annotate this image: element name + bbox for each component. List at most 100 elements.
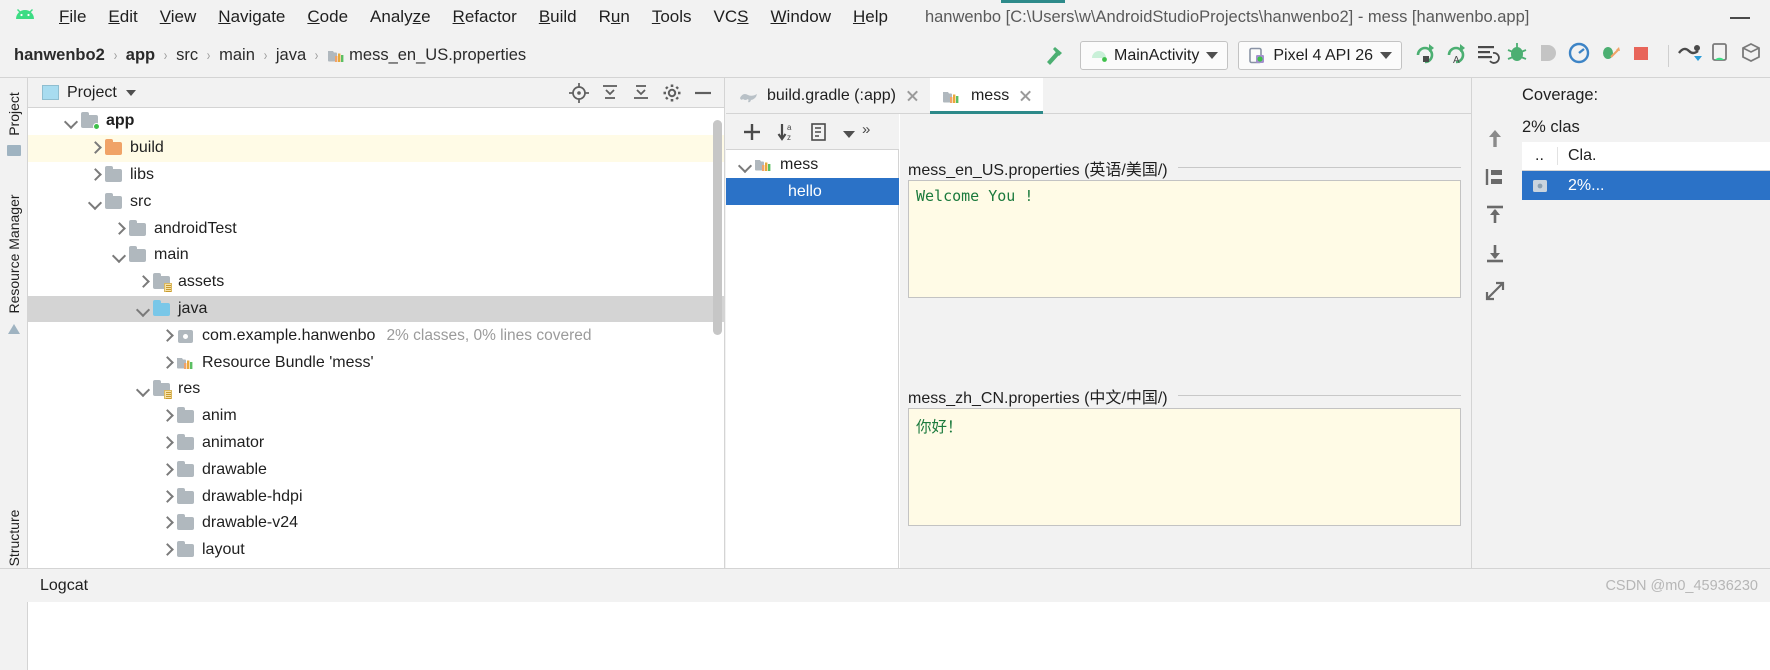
hide-icon[interactable] xyxy=(688,79,719,107)
tree-row[interactable]: layout xyxy=(28,537,725,564)
close-icon[interactable] xyxy=(1018,88,1033,103)
build-hammer-icon[interactable] xyxy=(1042,43,1068,69)
add-property-button[interactable] xyxy=(738,117,772,147)
menu-view[interactable]: View xyxy=(149,5,208,29)
logcat-button[interactable]: Logcat xyxy=(40,577,88,595)
breadcrumb-item-java[interactable]: java xyxy=(276,46,306,65)
settings-gear-icon[interactable] xyxy=(657,79,688,107)
menu-run[interactable]: Run xyxy=(588,5,641,29)
tree-row[interactable]: androidTest xyxy=(28,215,725,242)
collapse-all-icon[interactable] xyxy=(626,79,657,107)
run-configuration-selector[interactable]: MainActivity xyxy=(1080,41,1229,70)
menu-build[interactable]: Build xyxy=(528,5,588,29)
tree-row[interactable]: com.example.hanwenbo 2% classes, 0% lines… xyxy=(28,322,725,349)
expand-all-icon[interactable] xyxy=(595,79,626,107)
resource-key-row[interactable]: mess xyxy=(726,151,899,178)
coverage-table[interactable]: .. Cla. 2%... xyxy=(1522,142,1770,200)
attach-debugger-button[interactable] xyxy=(1536,41,1567,71)
project-rail-icon[interactable] xyxy=(6,142,22,158)
chevron-right-icon[interactable] xyxy=(158,354,176,372)
chevron-down-icon[interactable] xyxy=(62,112,80,130)
group-icon[interactable] xyxy=(806,117,840,147)
breadcrumb-item-mess-en-us-properties[interactable]: mess_en_US.properties xyxy=(327,46,526,65)
run-with-coverage-button[interactable] xyxy=(1598,41,1629,71)
chevron-right-icon[interactable] xyxy=(86,139,104,157)
chevron-down-icon[interactable] xyxy=(736,156,754,174)
menu-vcs[interactable]: VCS xyxy=(703,5,760,29)
debug-button[interactable] xyxy=(1505,41,1536,71)
tree-row[interactable]: drawable-v24 xyxy=(28,510,725,537)
tree-row[interactable]: animator xyxy=(28,430,725,457)
tree-row[interactable]: drawable-hdpi xyxy=(28,483,725,510)
tree-row[interactable]: build xyxy=(28,134,725,162)
menu-edit[interactable]: Edit xyxy=(97,5,148,29)
sort-az-icon[interactable]: a z xyxy=(772,117,806,147)
stop-button[interactable] xyxy=(1629,41,1660,71)
breadcrumb-item-app[interactable]: app xyxy=(126,46,155,65)
chevron-right-icon[interactable] xyxy=(158,461,176,479)
chevron-down-icon[interactable] xyxy=(125,89,136,96)
menu-analyze[interactable]: Analyze xyxy=(359,5,442,29)
tree-row[interactable]: drawable xyxy=(28,456,725,483)
resource-keys-list[interactable]: mess hello xyxy=(726,151,899,205)
breadcrumb-item-main[interactable]: main xyxy=(219,46,255,65)
chevron-right-icon[interactable] xyxy=(158,514,176,532)
minimize-button[interactable] xyxy=(1730,9,1752,25)
menu-refactor[interactable]: Refactor xyxy=(442,5,528,29)
chevron-right-icon[interactable] xyxy=(110,220,128,238)
table-row[interactable]: 2%... xyxy=(1522,171,1770,200)
resource-key-row[interactable]: hello xyxy=(726,178,899,205)
profiler-button[interactable] xyxy=(1567,41,1598,71)
menu-tools[interactable]: Tools xyxy=(641,5,703,29)
chevron-down-icon[interactable] xyxy=(86,193,104,211)
chevron-right-icon[interactable] xyxy=(158,407,176,425)
apply-changes-button[interactable] xyxy=(1474,41,1505,71)
project-tree-scrollbar[interactable] xyxy=(713,120,722,335)
menu-navigate[interactable]: Navigate xyxy=(207,5,296,29)
sync-gradle-button[interactable] xyxy=(1677,41,1708,71)
run-coverage-button[interactable]: A xyxy=(1443,41,1474,71)
sdk-manager-button[interactable] xyxy=(1739,41,1770,71)
tree-row[interactable]: libs xyxy=(28,162,725,189)
export-icon[interactable] xyxy=(1480,196,1512,234)
tree-row[interactable]: java xyxy=(28,295,725,323)
breadcrumb-item-src[interactable]: src xyxy=(176,46,198,65)
tree-row[interactable]: anim xyxy=(28,403,725,430)
chevron-right-icon[interactable] xyxy=(158,327,176,345)
up-arrow-icon[interactable] xyxy=(1480,120,1512,158)
tree-row[interactable]: res xyxy=(28,376,725,403)
tree-row[interactable]: main xyxy=(28,242,725,269)
keys-toolbar-dropdown[interactable] xyxy=(840,117,860,147)
chevron-right-icon[interactable] xyxy=(86,166,104,184)
coverage-col-0[interactable]: .. xyxy=(1522,147,1558,165)
tree-row[interactable]: app xyxy=(28,108,725,135)
close-icon[interactable] xyxy=(905,88,920,103)
chevron-down-icon[interactable] xyxy=(134,380,152,398)
import-icon[interactable] xyxy=(1480,234,1512,272)
tree-row[interactable]: Resource Bundle 'mess' xyxy=(28,349,725,376)
breadcrumb-item-hanwenbo2[interactable]: hanwenbo2 xyxy=(14,46,105,65)
chevron-right-icon[interactable] xyxy=(134,273,152,291)
chevron-right-icon[interactable] xyxy=(158,434,176,452)
editor-tab-build-gradle-app-[interactable]: build.gradle (:app) xyxy=(726,78,930,113)
chevron-down-icon[interactable] xyxy=(134,300,152,318)
chevron-right-icon[interactable] xyxy=(158,541,176,559)
menu-help[interactable]: Help xyxy=(842,5,899,29)
tree-row[interactable]: src xyxy=(28,188,725,215)
device-selector[interactable]: Pixel 4 API 26 xyxy=(1238,41,1402,70)
resource-manager-rail-icon[interactable] xyxy=(6,322,22,338)
menu-code[interactable]: Code xyxy=(296,5,359,29)
editor-tab-mess[interactable]: mess xyxy=(929,78,1044,114)
locate-icon[interactable] xyxy=(564,79,595,107)
avd-manager-button[interactable] xyxy=(1708,41,1739,71)
locale-value-editor[interactable] xyxy=(908,408,1461,526)
project-tree[interactable]: app build libs src androidTest main assets java… xyxy=(28,108,725,568)
menu-file[interactable]: File xyxy=(48,5,97,29)
tree-row[interactable]: assets xyxy=(28,269,725,296)
chevron-down-icon[interactable] xyxy=(110,246,128,264)
expand-icon[interactable] xyxy=(1480,272,1512,310)
keys-toolbar-overflow[interactable]: » xyxy=(860,117,882,147)
menu-window[interactable]: Window xyxy=(760,5,842,29)
run-button[interactable] xyxy=(1412,41,1443,71)
rail-item-project[interactable]: Project xyxy=(6,79,22,149)
